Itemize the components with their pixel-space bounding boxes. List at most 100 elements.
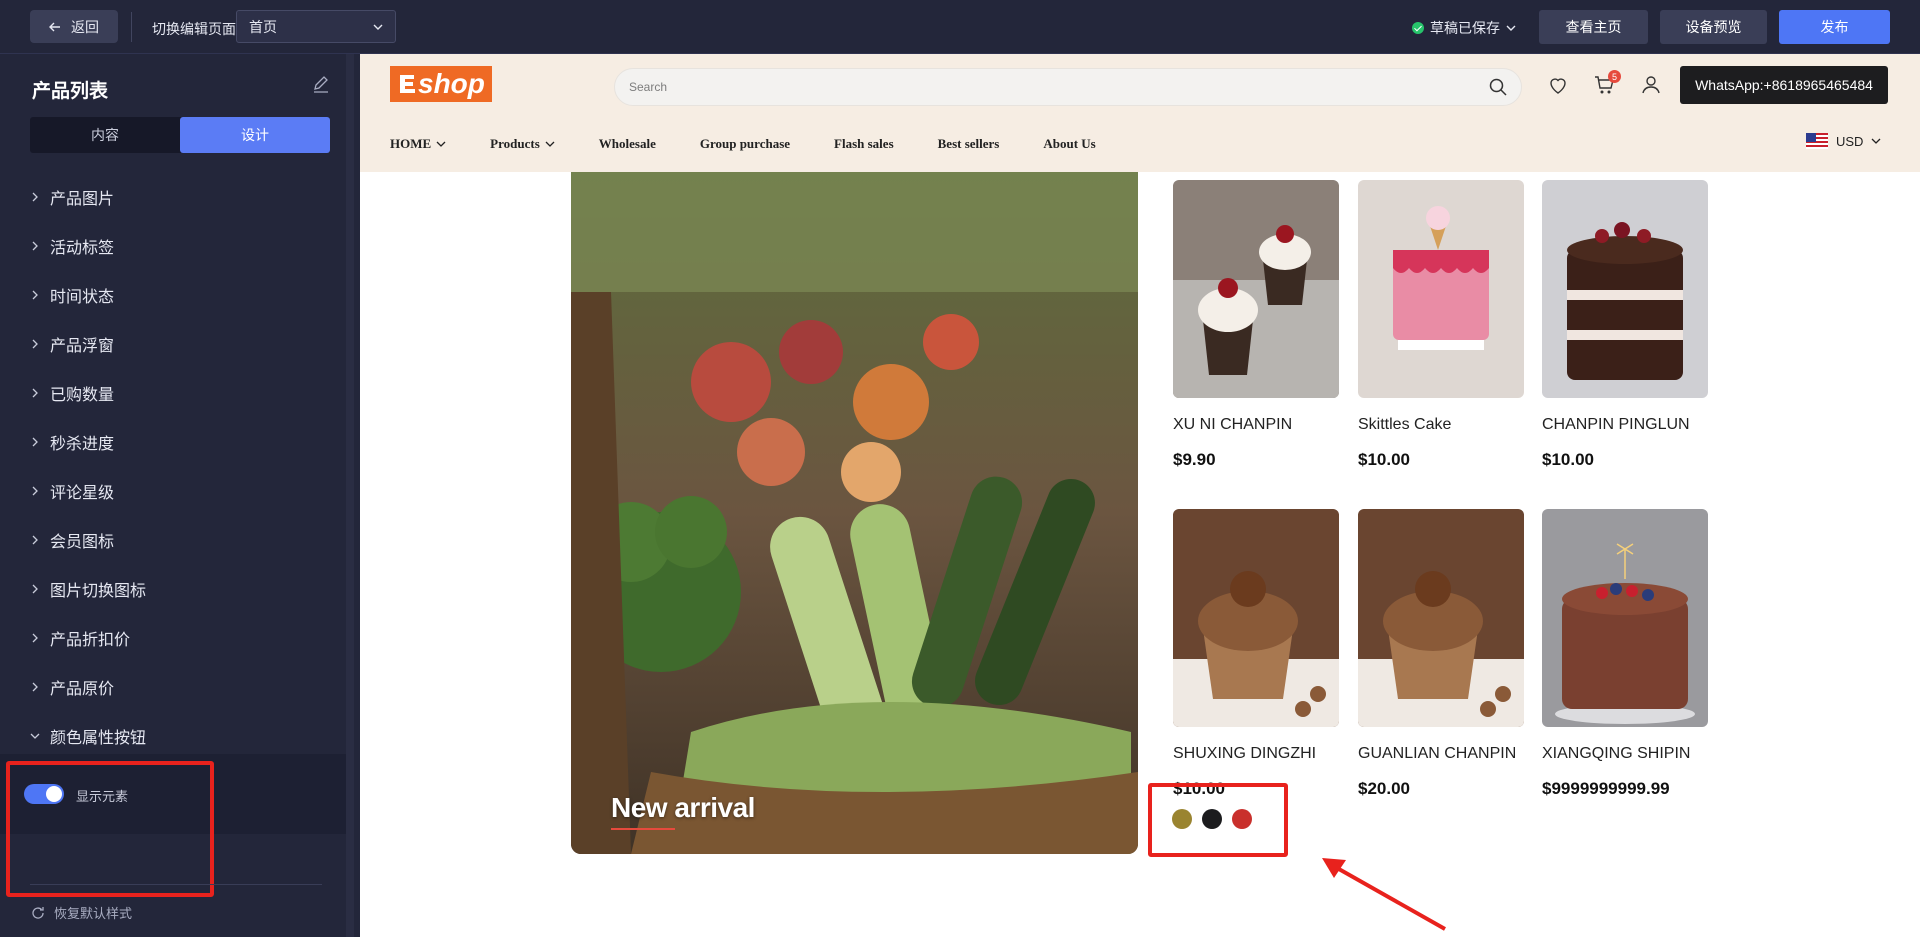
product-card[interactable]: XIANGQING SHIPIN $9999999999.99 [1542,509,1708,799]
nav-item-label: HOME [390,136,432,151]
divider [131,12,132,42]
search-placeholder: Search [629,80,668,94]
draft-status-label: 草稿已保存 [1430,20,1500,36]
tab-content[interactable]: 内容 [30,117,180,153]
settings-sidebar: 产品列表 内容 设计 产品图片 活动标签 时间状态 产品浮窗 已购数量 秒杀进度… [0,54,354,937]
setting-item-label: 会员图标 [50,533,115,551]
whatsapp-button[interactable]: WhatsApp:+8618965465484 [1680,66,1888,104]
divider [30,884,322,885]
setting-item-label: 时间状态 [50,288,115,306]
chevron-right-icon [32,241,38,250]
product-name: SHUXING DINGZHI [1173,745,1317,762]
chevron-right-icon [32,682,38,691]
setting-item-label: 产品浮窗 [50,337,115,355]
nav-item-label: Group purchase [699,136,791,151]
setting-item-review-stars[interactable]: 评论星级 [30,466,340,515]
logo-mark-icon [400,75,415,93]
product-name: Skittles Cake [1358,416,1452,433]
sidebar-scrollbar[interactable] [346,54,354,937]
banner-image [571,172,1138,854]
setting-item-flash-progress[interactable]: 秒杀进度 [30,417,340,466]
heart-icon[interactable] [1547,74,1569,96]
chevron-right-icon [32,339,38,348]
back-label: 返回 [71,18,99,35]
chevron-down-icon [373,24,383,30]
setting-item-label: 已购数量 [50,386,115,404]
setting-item-label: 活动标签 [50,239,115,257]
tab-design[interactable]: 设计 [180,117,330,153]
banner-underline [611,828,675,830]
check-circle-icon [1412,22,1424,34]
store-nav: HOME Products Wholesale Group purchase F… [390,136,1140,152]
product-image [1358,180,1524,398]
edit-icon[interactable] [311,74,331,94]
chevron-down-icon [1506,25,1516,31]
product-card[interactable]: CHANPIN PINGLUN $10.00 [1542,180,1708,470]
setting-item-label: 秒杀进度 [50,435,115,453]
product-name: XIANGQING SHIPIN [1542,745,1691,762]
arrow-left-icon [49,22,60,31]
switch-page-label: 切换编辑页面 [152,21,236,37]
panel-title: 产品列表 [32,81,109,102]
setting-item-label: 产品图片 [50,190,115,208]
nav-item-wholesale[interactable]: Wholesale [599,136,656,152]
nav-item-best-sellers[interactable]: Best sellers [938,136,1000,152]
product-image [1358,509,1524,727]
user-icon[interactable] [1640,74,1662,96]
product-card[interactable]: GUANLIAN CHANPIN $20.00 [1358,509,1524,799]
setting-item-original-price[interactable]: 产品原价 [30,662,340,711]
setting-item-product-popup[interactable]: 产品浮窗 [30,319,340,368]
nav-item-about-us[interactable]: About Us [1043,136,1095,152]
product-price: $20.00 [1358,779,1410,798]
product-card[interactable]: Skittles Cake $10.00 [1358,180,1524,470]
chevron-down-icon [436,141,446,147]
setting-item-member-icon[interactable]: 会员图标 [30,515,340,564]
reset-default-style-button[interactable]: 恢复默认样式 [30,903,132,922]
setting-item-product-image[interactable]: 产品图片 [30,172,340,221]
new-arrival-banner[interactable]: New arrival [571,172,1138,854]
chevron-down-icon [1871,138,1881,144]
setting-item-purchased-count[interactable]: 已购数量 [30,368,340,417]
view-home-button[interactable]: 查看主页 [1539,10,1648,44]
nav-item-label: Wholesale [598,136,656,151]
search-input[interactable]: Search [614,68,1522,106]
page-select[interactable]: 首页 [236,10,396,43]
setting-item-time-status[interactable]: 时间状态 [30,270,340,319]
setting-item-label: 产品原价 [50,680,115,698]
store-header: shop Search 5 WhatsApp:+8618965465484 HO… [360,54,1920,172]
search-icon[interactable] [1489,78,1507,96]
back-button[interactable]: 返回 [30,10,118,43]
product-price: $10.00 [1542,450,1594,469]
product-image [1173,509,1339,727]
draft-status[interactable]: 草稿已保存 [1412,18,1516,38]
nav-item-group-purchase[interactable]: Group purchase [700,136,790,152]
nav-item-home[interactable]: HOME [390,136,446,152]
refresh-icon [32,906,44,919]
setting-item-activity-tag[interactable]: 活动标签 [30,221,340,270]
cart-count-badge: 5 [1608,70,1621,83]
content-design-tabs: 内容 设计 [30,117,330,153]
publish-button[interactable]: 发布 [1779,10,1890,44]
setting-item-image-switch-icon[interactable]: 图片切换图标 [30,564,340,613]
product-name: GUANLIAN CHANPIN [1358,745,1517,762]
product-card[interactable]: SHUXING DINGZHI $10.00 [1173,509,1339,799]
nav-item-label: Products [490,136,540,151]
chevron-down-icon [545,141,555,147]
product-price: $9999999999.99 [1542,779,1670,798]
reset-label: 恢复默认样式 [54,906,133,921]
product-card[interactable]: XU NI CHANPIN $9.90 [1173,180,1339,470]
banner-title: New arrival [611,792,755,823]
setting-item-discount-price[interactable]: 产品折扣价 [30,613,340,662]
product-name: CHANPIN PINGLUN [1542,416,1690,433]
store-logo[interactable]: shop [390,66,492,102]
setting-item-color-attribute-button[interactable]: 颜色属性按钮 [30,711,340,760]
product-image [1542,509,1708,727]
annotation-arrow-icon [1322,858,1446,931]
device-preview-button[interactable]: 设备预览 [1660,10,1767,44]
currency-selector[interactable]: USD [1806,133,1881,149]
us-flag-icon [1806,133,1828,149]
nav-item-products[interactable]: Products [490,136,555,152]
nav-item-flash-sales[interactable]: Flash sales [834,136,894,152]
chevron-right-icon [32,535,38,544]
setting-item-label: 颜色属性按钮 [50,729,147,747]
